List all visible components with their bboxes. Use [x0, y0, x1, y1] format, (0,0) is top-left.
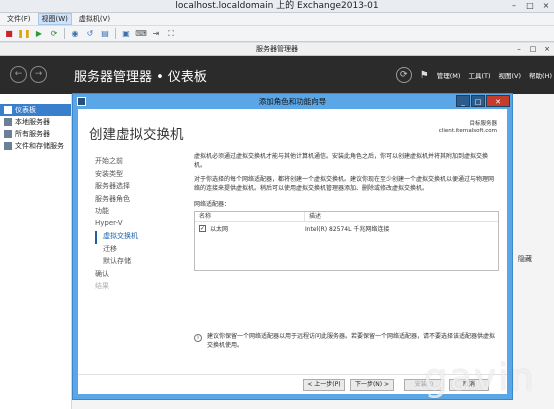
step-confirmation[interactable]: 确认	[95, 269, 181, 282]
step-server-selection[interactable]: 服务器选择	[95, 181, 181, 194]
adapter-description: Intel(R) 82574L 千兆网络连接	[305, 225, 390, 233]
next-button[interactable]: 下一步(N) >	[350, 379, 394, 391]
sidebar-item-file-storage[interactable]: 文件和存储服务	[0, 140, 71, 152]
servers-icon	[4, 130, 12, 138]
notifications-flag-icon[interactable]: ⚑	[420, 70, 429, 81]
step-migration[interactable]: 迁移	[95, 244, 181, 257]
toolbar-separator	[64, 28, 65, 39]
sidebar-item-all-servers[interactable]: 所有服务器	[0, 128, 71, 140]
column-header-name[interactable]: 名称	[195, 212, 305, 221]
dashboard-icon	[4, 106, 12, 114]
pause-icon[interactable]: ❚❚	[17, 29, 30, 39]
refresh-icon[interactable]: ⟳	[395, 67, 412, 83]
step-hyper-v[interactable]: Hyper-V	[95, 219, 181, 232]
network-adapters-label: 网络适配器：	[194, 201, 231, 208]
minimize-icon[interactable]: –	[506, 0, 522, 13]
step-default-stores[interactable]: 默认存储	[95, 256, 181, 269]
wizard-steps: 开始之前 安装类型 服务器选择 服务器角色 功能 Hyper-V 虚拟交换机 迁…	[95, 156, 181, 294]
step-virtual-switches[interactable]: 虚拟交换机	[95, 231, 181, 244]
wizard-title: 添加角色和功能向导	[258, 97, 327, 106]
vm-window-title: 服务器管理器	[256, 45, 298, 53]
forward-icon[interactable]: →	[30, 66, 47, 83]
close-icon[interactable]: ×	[538, 0, 554, 13]
manage-snapshot-icon[interactable]: ▤	[100, 29, 110, 39]
step-features[interactable]: 功能	[95, 206, 181, 219]
destination-server-name: client.iternalsoft.com	[438, 128, 497, 134]
add-roles-wizard: 添加角色和功能向导 _ □ ✕ 创建虚拟交换机 目标服务器 client.ite…	[72, 93, 513, 400]
menu-view[interactable]: 视图(W)	[37, 13, 72, 25]
fullscreen-icon[interactable]: ⛶	[166, 29, 176, 39]
step-server-roles[interactable]: 服务器角色	[95, 194, 181, 207]
app-icon	[77, 97, 86, 106]
sidebar-item-label: 仪表板	[15, 106, 36, 114]
destination-label: 目标服务器	[469, 121, 497, 127]
network-adapters-table: 名称 描述 ✓ 以太网 Intel(R) 82574L 千兆网络连接	[194, 211, 499, 271]
host-window-title: localhost.localdomain 上的 Exchange2013-01	[175, 1, 379, 11]
step-before-you-begin[interactable]: 开始之前	[95, 156, 181, 169]
server-icon	[4, 118, 12, 126]
wizard-main-content: 虚拟机必须通过虚拟交换机才能与其他计算机通信。安装此角色之后，你可以创建虚拟机并…	[194, 153, 499, 349]
play-icon[interactable]: ▶	[34, 29, 44, 39]
vm-window-titlebar: 服务器管理器 – □ ×	[0, 43, 554, 56]
close-icon[interactable]: ✕	[486, 95, 510, 107]
revert-icon[interactable]: ↺	[85, 29, 95, 39]
send-ctrl-alt-del-icon[interactable]: ⌨	[135, 29, 147, 39]
snapshot-icon[interactable]: ◉	[70, 29, 80, 39]
sidebar-item-label: 所有服务器	[15, 130, 50, 138]
destination-server: 目标服务器 client.iternalsoft.com	[439, 121, 497, 135]
menu-tools[interactable]: 工具(T)	[468, 70, 490, 80]
maximize-icon[interactable]: □	[522, 0, 538, 13]
sidebar-item-label: 文件和存储服务	[15, 142, 64, 150]
host-window-titlebar: localhost.localdomain 上的 Exchange2013-01…	[0, 0, 554, 13]
description-paragraph-1: 虚拟机必须通过虚拟交换机才能与其他计算机通信。安装此角色之后，你可以创建虚拟机并…	[194, 153, 489, 169]
wizard-body: 创建虚拟交换机 目标服务器 client.iternalsoft.com 开始之…	[78, 109, 507, 394]
page-title: 创建虚拟交换机	[89, 127, 184, 143]
menu-manage[interactable]: 管理(M)	[437, 70, 461, 80]
sidebar-item-label: 本地服务器	[15, 118, 50, 126]
sidebar-item-local-server[interactable]: 本地服务器	[0, 116, 71, 128]
column-header-description[interactable]: 描述	[305, 212, 321, 221]
remove-icon[interactable]: ⇥	[151, 29, 161, 39]
info-note: i 建议你保留一个网络适配器以用于远程访问此服务器。若要保留一个网络适配器，请不…	[194, 333, 499, 350]
close-icon[interactable]: ×	[540, 43, 554, 55]
minimize-icon[interactable]: _	[456, 95, 470, 107]
wizard-titlebar: 添加角色和功能向导 _ □ ✕	[73, 94, 512, 109]
step-installation-type[interactable]: 安装类型	[95, 169, 181, 182]
menu-view[interactable]: 视图(V)	[499, 70, 522, 80]
adapter-name: 以太网	[210, 225, 229, 233]
console-icon[interactable]: ▣	[121, 29, 131, 39]
info-icon: i	[194, 334, 202, 342]
storage-icon	[4, 142, 12, 150]
menu-vm[interactable]: 虚拟机(V)	[76, 14, 113, 24]
info-text: 建议你保留一个网络适配器以用于远程访问此服务器。若要保留一个网络适配器，请不要选…	[207, 333, 496, 349]
server-manager-header: ← → 服务器管理器 • 仪表板 ⟳ ⚑ 管理(M) 工具(T) 视图(V) 帮…	[0, 56, 554, 94]
menu-file[interactable]: 文件(F)	[4, 14, 34, 24]
previous-button[interactable]: < 上一步(P)	[303, 379, 345, 391]
reset-icon[interactable]: ⟳	[49, 29, 59, 39]
maximize-icon[interactable]: □	[526, 43, 540, 55]
adapter-checkbox[interactable]: ✓	[199, 224, 206, 232]
minimize-icon[interactable]: –	[512, 43, 526, 55]
host-toolbar: ■ ❚❚ ▶ ⟳ ◉ ↺ ▤ ▣ ⌨ ⇥ ⛶	[0, 26, 554, 42]
breadcrumb: 服务器管理器 • 仪表板	[74, 70, 207, 85]
stop-icon[interactable]: ■	[4, 29, 14, 39]
maximize-icon[interactable]: □	[471, 95, 485, 107]
table-row[interactable]: ✓ 以太网 Intel(R) 82574L 千兆网络连接	[195, 222, 498, 234]
menu-help[interactable]: 帮助(H)	[529, 70, 552, 80]
server-manager-sidebar: 仪表板 本地服务器 所有服务器 文件和存储服务	[0, 94, 72, 409]
back-icon[interactable]: ←	[10, 66, 27, 83]
watermark: gavin	[424, 356, 536, 399]
table-header: 名称 描述	[195, 212, 498, 222]
toolbar-separator	[115, 28, 116, 39]
description-paragraph-2: 对于你选择的每个网络适配器，都将创建一个虚拟交换机。建议你现在至少创建一个虚拟交…	[194, 176, 495, 192]
step-results: 结果	[95, 282, 109, 290]
sidebar-item-dashboard[interactable]: 仪表板	[0, 104, 71, 116]
header-menus: ⟳ ⚑ 管理(M) 工具(T) 视图(V) 帮助(H)	[395, 56, 554, 94]
host-menubar: 文件(F) 视图(W) 虚拟机(V)	[0, 13, 554, 26]
hide-link[interactable]: 隐藏	[518, 254, 532, 264]
